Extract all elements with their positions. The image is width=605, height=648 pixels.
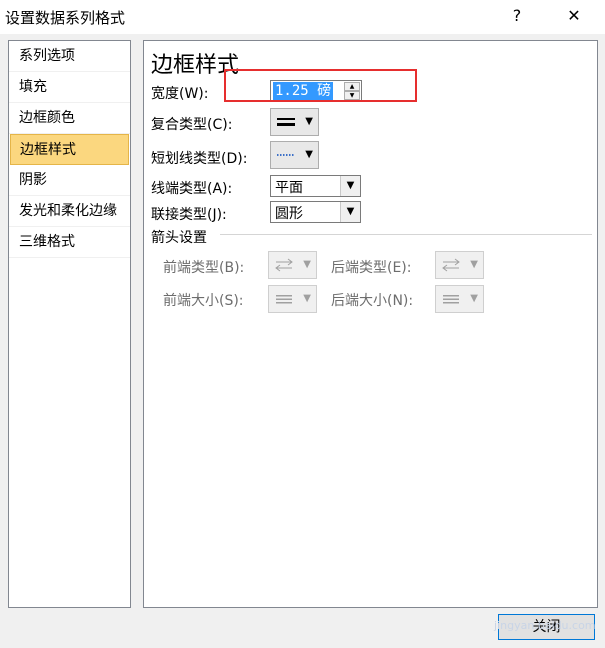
help-button[interactable]: ? <box>503 3 531 29</box>
arrow-type-icon <box>442 258 460 272</box>
cap-type-select[interactable]: 平面 ▼ <box>270 175 361 197</box>
chevron-down-icon[interactable]: ▼ <box>340 202 360 222</box>
cap-type-value: 平面 <box>275 180 303 196</box>
settings-panel: 边框样式 宽度(W): 1.25 磅 ▲ ▼ 复合类型(C): ▼ 短划线类型(… <box>143 40 598 608</box>
chevron-down-icon: ▼ <box>303 293 311 304</box>
width-label: 宽度(W): <box>151 86 209 102</box>
nav-item-shadow[interactable]: 阴影 <box>9 165 130 196</box>
window-title: 设置数据系列格式 <box>5 9 126 27</box>
compound-type-dropdown[interactable]: ▼ <box>270 108 319 136</box>
join-type-value: 圆形 <box>275 206 303 222</box>
begin-type-dropdown[interactable]: ▼ <box>268 251 317 279</box>
end-size-dropdown[interactable]: ▼ <box>435 285 484 313</box>
arrow-type-icon <box>275 258 293 272</box>
end-size-label: 后端大小(N): <box>331 293 414 309</box>
chevron-down-icon: ▼ <box>305 149 313 160</box>
nav-item-border-style[interactable]: 边框样式 <box>10 134 129 165</box>
compound-type-label: 复合类型(C): <box>151 117 233 133</box>
arrow-size-icon <box>443 295 459 304</box>
join-type-select[interactable]: 圆形 ▼ <box>270 201 361 223</box>
arrow-settings-heading: 箭头设置 <box>151 230 207 246</box>
begin-type-label: 前端类型(B): <box>163 260 245 276</box>
dash-type-dropdown[interactable]: ▼ <box>270 141 319 169</box>
join-type-label: 联接类型(J): <box>151 207 227 223</box>
nav-item-border-color[interactable]: 边框颜色 <box>9 103 130 134</box>
nav-item-3d-format[interactable]: 三维格式 <box>9 227 130 258</box>
close-button[interactable]: 关闭 <box>498 614 595 640</box>
cap-type-label: 线端类型(A): <box>151 181 233 197</box>
category-list: 系列选项 填充 边框颜色 边框样式 阴影 发光和柔化边缘 三维格式 <box>8 40 131 608</box>
chevron-down-icon: ▼ <box>470 259 478 270</box>
chevron-down-icon: ▼ <box>303 259 311 270</box>
end-type-label: 后端类型(E): <box>331 260 412 276</box>
dash-type-label: 短划线类型(D): <box>151 151 248 167</box>
dash-line-icon <box>277 154 295 156</box>
chevron-down-icon: ▼ <box>305 116 313 127</box>
nav-item-fill[interactable]: 填充 <box>9 72 130 103</box>
nav-item-series-options[interactable]: 系列选项 <box>9 41 130 72</box>
arrow-size-icon <box>276 295 292 304</box>
close-window-button[interactable]: ✕ <box>560 3 588 29</box>
compound-line-icon <box>277 118 295 126</box>
chevron-down-icon[interactable]: ▼ <box>340 176 360 196</box>
begin-size-label: 前端大小(S): <box>163 293 244 309</box>
annotation-highlight-box <box>224 69 417 102</box>
title-bar: 设置数据系列格式 ? ✕ <box>0 0 605 34</box>
begin-size-dropdown[interactable]: ▼ <box>268 285 317 313</box>
divider <box>220 234 592 235</box>
chevron-down-icon: ▼ <box>470 293 478 304</box>
nav-item-glow-soft-edges[interactable]: 发光和柔化边缘 <box>9 196 130 227</box>
end-type-dropdown[interactable]: ▼ <box>435 251 484 279</box>
